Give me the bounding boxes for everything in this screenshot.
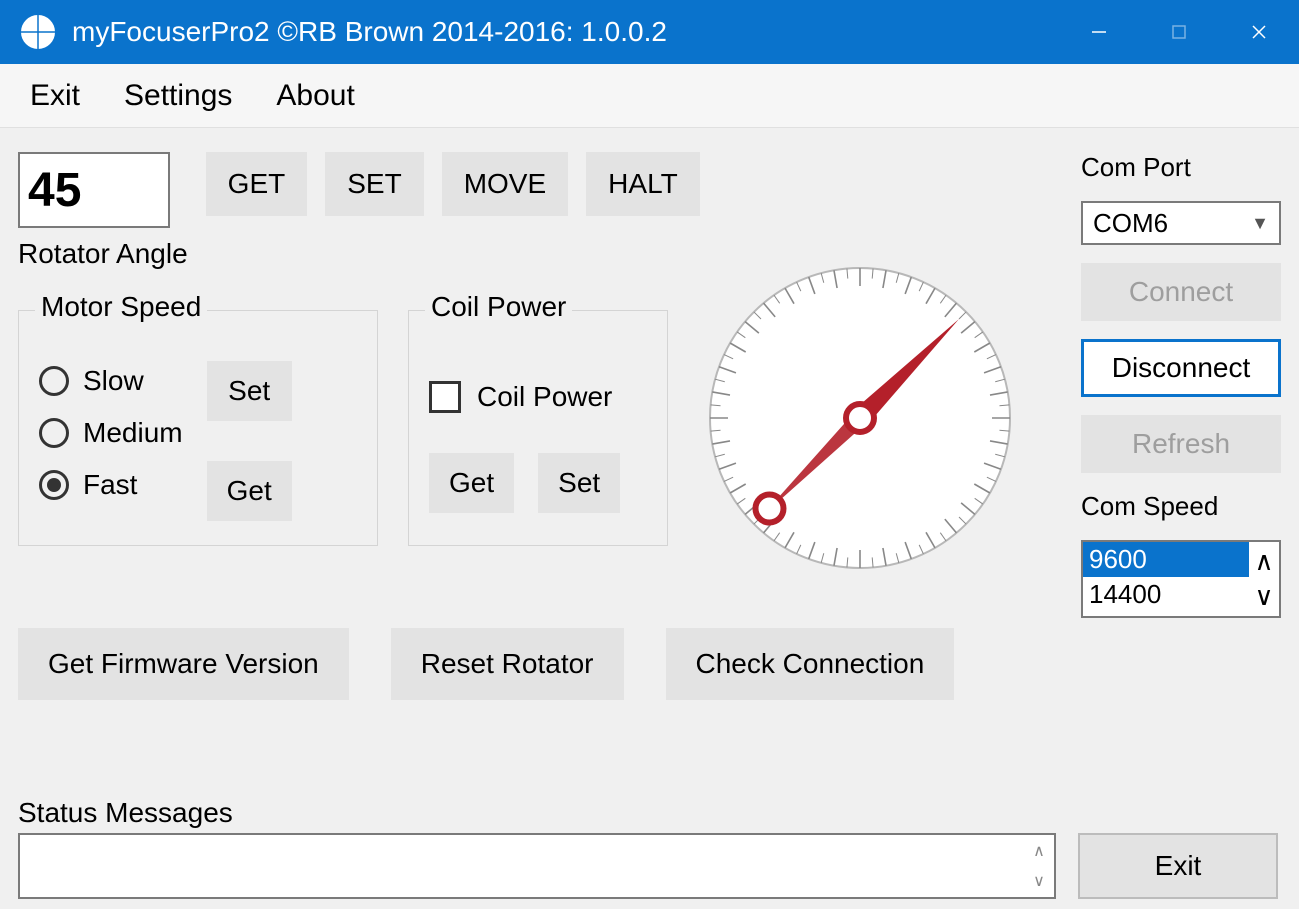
scroll-up-icon[interactable]: ∧ — [1254, 546, 1273, 577]
com-port-combo[interactable]: COM6 ▼ — [1081, 201, 1281, 245]
chevron-down-icon: ▼ — [1251, 213, 1269, 234]
exit-button[interactable]: Exit — [1078, 833, 1278, 899]
motor-speed-get-button[interactable]: Get — [207, 461, 292, 521]
close-button[interactable] — [1219, 0, 1299, 64]
coil-power-legend: Coil Power — [425, 291, 572, 323]
rotator-angle-input[interactable] — [18, 152, 170, 228]
get-firmware-button[interactable]: Get Firmware Version — [18, 628, 349, 700]
angle-block: Rotator Angle — [18, 152, 188, 270]
app-window: myFocuserPro2 ©RB Brown 2014-2016: 1.0.0… — [0, 0, 1299, 909]
com-speed-option[interactable]: 14400 — [1083, 577, 1249, 612]
motor-speed-medium-radio[interactable]: Medium — [39, 417, 183, 449]
refresh-button[interactable]: Refresh — [1081, 415, 1281, 473]
motor-speed-fast-radio[interactable]: Fast — [39, 469, 183, 501]
motor-speed-group: Motor Speed Slow Medium Fast — [18, 310, 378, 546]
minimize-button[interactable] — [1059, 0, 1139, 64]
radio-label: Slow — [83, 365, 144, 397]
scroll-up-icon[interactable]: ∧ — [1033, 841, 1045, 861]
rotator-angle-label: Rotator Angle — [18, 238, 188, 270]
maximize-button[interactable] — [1139, 0, 1219, 64]
coil-power-group: Coil Power Coil Power Get Set — [408, 310, 668, 546]
angle-get-button[interactable]: GET — [206, 152, 308, 216]
content-area: Rotator Angle GET SET MOVE HALT Motor Sp… — [0, 128, 1299, 909]
com-speed-listbox[interactable]: 9600 14400 ∧ ∨ — [1081, 540, 1281, 618]
angle-halt-button[interactable]: HALT — [586, 152, 700, 216]
menu-exit[interactable]: Exit — [30, 79, 80, 113]
check-connection-button[interactable]: Check Connection — [666, 628, 955, 700]
disconnect-button[interactable]: Disconnect — [1081, 339, 1281, 397]
motor-speed-slow-radio[interactable]: Slow — [39, 365, 183, 397]
reset-rotator-button[interactable]: Reset Rotator — [391, 628, 624, 700]
angle-move-button[interactable]: MOVE — [442, 152, 568, 216]
status-text — [20, 835, 1024, 897]
coil-power-get-button[interactable]: Get — [429, 453, 514, 513]
coil-power-set-button[interactable]: Set — [538, 453, 620, 513]
motor-speed-radios: Slow Medium Fast — [39, 361, 183, 521]
titlebar: myFocuserPro2 ©RB Brown 2014-2016: 1.0.0… — [0, 0, 1299, 64]
coil-power-checkbox[interactable]: Coil Power — [429, 381, 647, 413]
com-port-value: COM6 — [1093, 208, 1168, 239]
radio-label: Medium — [83, 417, 183, 449]
menu-settings[interactable]: Settings — [124, 79, 232, 113]
scroll-down-icon[interactable]: ∨ — [1033, 871, 1045, 891]
status-section: Status Messages ∧ ∨ Exit — [18, 797, 1278, 899]
motor-speed-legend: Motor Speed — [35, 291, 207, 323]
app-icon — [18, 12, 58, 52]
scroll-down-icon[interactable]: ∨ — [1254, 581, 1273, 612]
status-scrollbar[interactable]: ∧ ∨ — [1024, 835, 1054, 897]
connect-button[interactable]: Connect — [1081, 263, 1281, 321]
radio-label: Fast — [83, 469, 137, 501]
compass-gauge — [700, 258, 1020, 578]
com-speed-label: Com Speed — [1081, 491, 1281, 522]
status-messages-label: Status Messages — [18, 797, 1278, 829]
window-title: myFocuserPro2 ©RB Brown 2014-2016: 1.0.0… — [72, 16, 1059, 48]
listbox-scrollbar[interactable]: ∧ ∨ — [1249, 542, 1279, 616]
com-port-label: Com Port — [1081, 152, 1281, 183]
window-controls — [1059, 0, 1299, 64]
checkbox-label: Coil Power — [477, 381, 612, 413]
motor-speed-set-button[interactable]: Set — [207, 361, 292, 421]
right-panel: Com Port COM6 ▼ Connect Disconnect Refre… — [1081, 152, 1281, 618]
angle-set-button[interactable]: SET — [325, 152, 423, 216]
menubar: Exit Settings About — [0, 64, 1299, 128]
menu-about[interactable]: About — [276, 79, 354, 113]
status-messages-box[interactable]: ∧ ∨ — [18, 833, 1056, 899]
action-buttons-row: Get Firmware Version Reset Rotator Check… — [18, 628, 954, 700]
com-speed-option[interactable]: 9600 — [1083, 542, 1249, 577]
